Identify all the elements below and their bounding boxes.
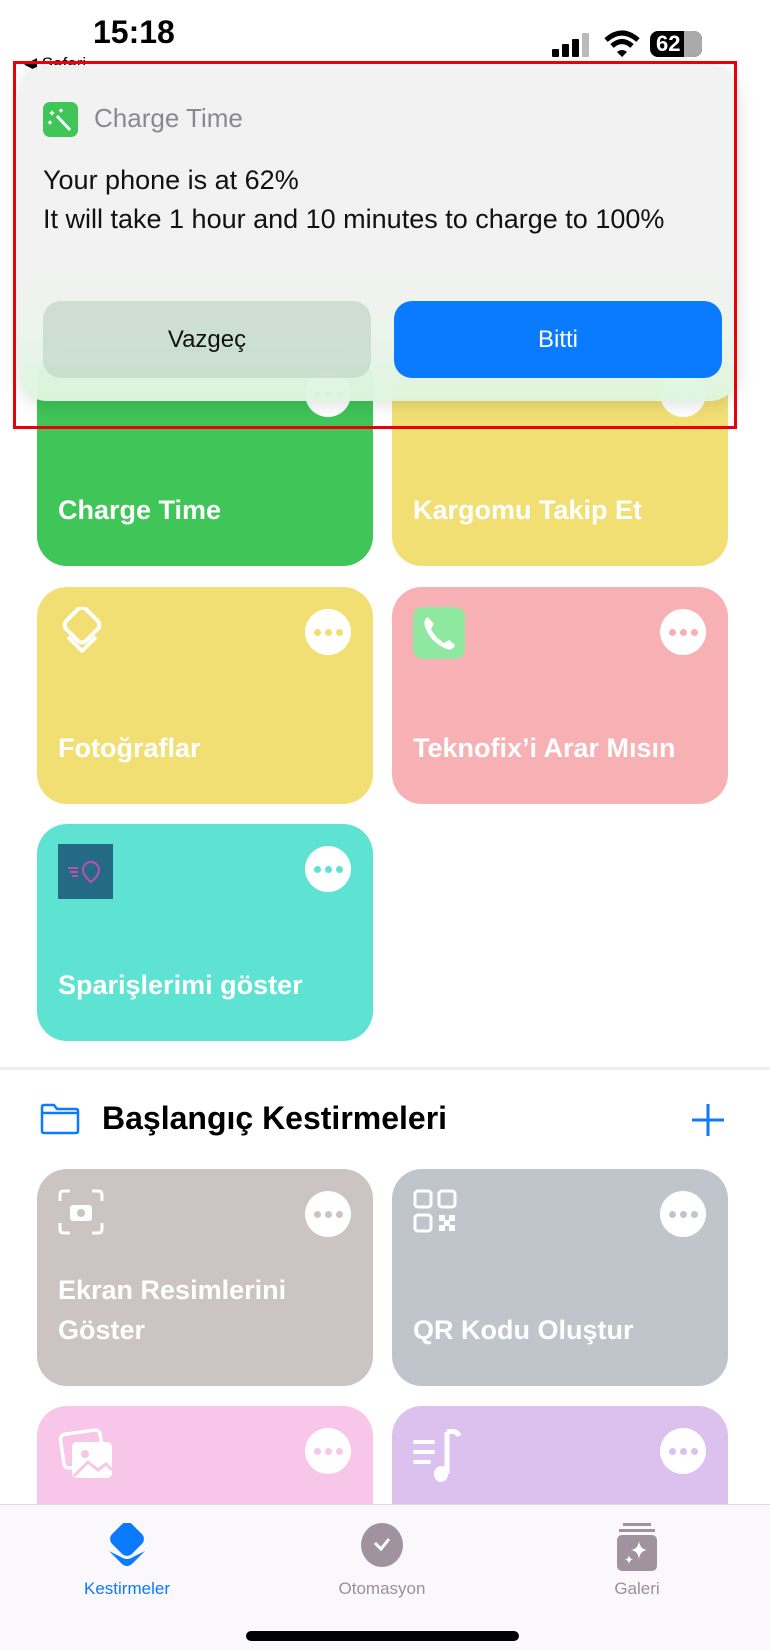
more-options-button[interactable] — [660, 609, 706, 655]
phone-icon — [413, 607, 465, 659]
wifi-icon — [604, 30, 640, 57]
battery-indicator: 62 — [650, 31, 702, 57]
tab-kestirmeler[interactable]: Kestirmeler — [27, 1523, 227, 1599]
music-list-icon — [413, 1429, 462, 1482]
shortcut-title: Teknofix’i Arar Mısın — [413, 733, 676, 763]
home-indicator — [246, 1631, 519, 1641]
folder-title: Başlangıç Kestirmeleri — [102, 1100, 448, 1136]
cellular-signal-icon — [552, 33, 598, 57]
tab-label: Galeri — [614, 1579, 660, 1598]
clock-check-icon — [361, 1523, 403, 1567]
more-options-button[interactable] — [305, 1428, 351, 1474]
shortcut-tile[interactable]: Fotoğraflar — [37, 587, 373, 804]
tab-label: Otomasyon — [338, 1579, 426, 1598]
notification-line: It will take 1 hour and 10 minutes to ch… — [43, 204, 665, 234]
status-time: 15:18 — [93, 14, 175, 50]
qr-code-icon — [413, 1189, 457, 1233]
more-options-button[interactable] — [305, 609, 351, 655]
section-divider — [0, 1067, 770, 1070]
shortcut-title: Charge Time — [58, 495, 222, 525]
notification-body: Your phone is at 62% It will take 1 hour… — [43, 161, 693, 239]
shortcut-title: Kargomu Takip Et — [413, 495, 643, 525]
layers-icon — [62, 607, 102, 653]
tab-label: Kestirmeler — [84, 1579, 170, 1598]
magic-wand-icon — [43, 102, 78, 137]
shortcut-tile[interactable]: QR Kodu Oluştur — [392, 1169, 728, 1386]
cancel-button[interactable]: Vazgeç — [43, 301, 371, 378]
tab-otomasyon[interactable]: Otomasyon — [282, 1523, 482, 1599]
more-options-button[interactable] — [305, 1191, 351, 1237]
plus-icon[interactable] — [690, 1102, 726, 1138]
delivery-pin-icon — [58, 844, 113, 899]
shortcut-title: Ekran Resimlerini Göster — [58, 1275, 287, 1345]
notification-alert: Charge Time Your phone is at 62% It will… — [19, 65, 738, 401]
more-options-button[interactable] — [305, 846, 351, 892]
battery-level: 62 — [656, 31, 681, 56]
gallery-sparkle-icon — [617, 1523, 657, 1571]
layers-icon — [109, 1523, 145, 1566]
tab-galeri[interactable]: Galeri — [537, 1523, 737, 1599]
shortcut-title: Sparişlerimi göster — [58, 970, 303, 1000]
shortcut-tile[interactable]: Teknofix’i Arar Mısın — [392, 587, 728, 804]
tab-bar: Kestirmeler Otomasyon Galeri — [0, 1504, 770, 1650]
notification-app-name: Charge Time — [94, 103, 243, 133]
screenshot-camera-icon — [58, 1189, 104, 1235]
shortcut-tile[interactable]: Ekran Resimlerini Göster — [37, 1169, 373, 1386]
done-button[interactable]: Bitti — [394, 301, 722, 378]
shortcut-title: Fotoğraflar — [58, 733, 201, 763]
notification-line: Your phone is at 62% — [43, 165, 299, 195]
shortcut-title: QR Kodu Oluştur — [413, 1315, 634, 1345]
more-options-button[interactable] — [660, 1428, 706, 1474]
shortcut-tile[interactable]: Sparişlerimi göster — [37, 824, 373, 1041]
folder-icon — [40, 1103, 80, 1135]
photos-icon — [58, 1428, 114, 1478]
more-options-button[interactable] — [660, 1191, 706, 1237]
